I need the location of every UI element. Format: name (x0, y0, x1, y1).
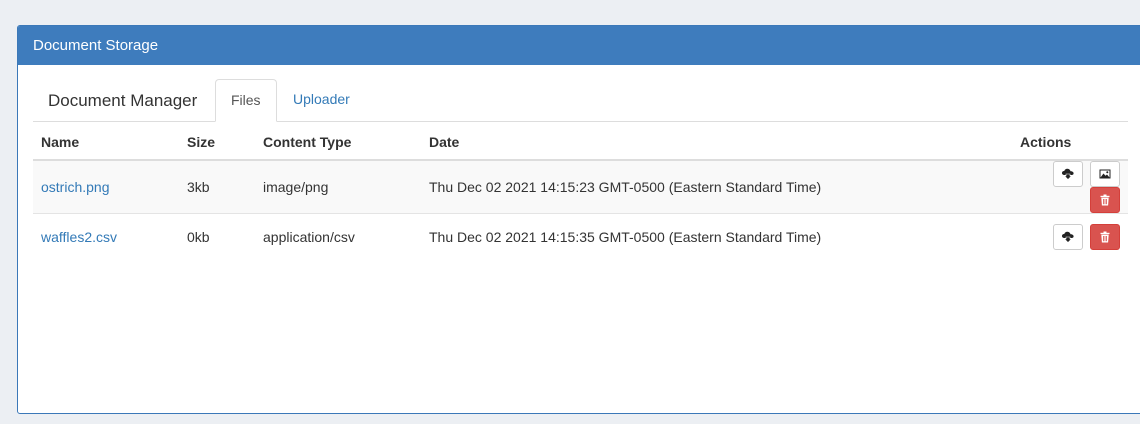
file-size-cell: 0kb (179, 213, 255, 259)
tab-files[interactable]: Files (215, 79, 277, 122)
content-type-cell: image/png (255, 159, 421, 214)
files-table: Name Size Content Type Date Actions ostr… (33, 125, 1128, 259)
delete-button[interactable] (1090, 187, 1120, 213)
column-header-name: Name (33, 125, 179, 161)
file-link[interactable]: waffles2.csv (41, 229, 117, 245)
file-link[interactable]: ostrich.png (41, 179, 109, 195)
preview-image-button[interactable] (1090, 161, 1120, 187)
content-type-cell: application/csv (255, 213, 421, 259)
table-header-row: Name Size Content Type Date Actions (33, 125, 1128, 161)
panel-title: Document Storage (18, 26, 1140, 65)
download-button[interactable] (1053, 223, 1084, 250)
download-icon (1062, 168, 1074, 180)
image-icon (1099, 169, 1111, 179)
actions-cell (1012, 213, 1128, 259)
column-header-size: Size (179, 125, 255, 161)
document-manager-header: Document Manager Files Uploader (33, 79, 1128, 122)
column-header-content-type: Content Type (255, 125, 421, 161)
file-size-cell: 3kb (179, 159, 255, 214)
date-cell: Thu Dec 02 2021 14:15:35 GMT-0500 (Easte… (421, 213, 1012, 259)
document-storage-panel: Document Storage Document Manager Files … (17, 25, 1140, 414)
table-row: waffles2.csv 0kb application/csv Thu Dec… (33, 213, 1128, 259)
actions-cell (1012, 159, 1128, 214)
download-button[interactable] (1053, 161, 1084, 187)
document-manager-title: Document Manager (48, 91, 198, 110)
file-name-cell: ostrich.png (33, 159, 179, 214)
download-icon (1062, 231, 1074, 243)
file-name-cell: waffles2.csv (33, 213, 179, 259)
tab-uploader[interactable]: Uploader (278, 79, 365, 121)
date-cell: Thu Dec 02 2021 14:15:23 GMT-0500 (Easte… (421, 159, 1012, 214)
delete-button[interactable] (1090, 223, 1120, 250)
trash-icon (1100, 231, 1110, 242)
trash-icon (1100, 194, 1110, 206)
column-header-date: Date (421, 125, 1012, 161)
column-header-actions: Actions (1012, 125, 1128, 161)
table-row: ostrich.png 3kb image/png Thu Dec 02 202… (33, 159, 1128, 214)
